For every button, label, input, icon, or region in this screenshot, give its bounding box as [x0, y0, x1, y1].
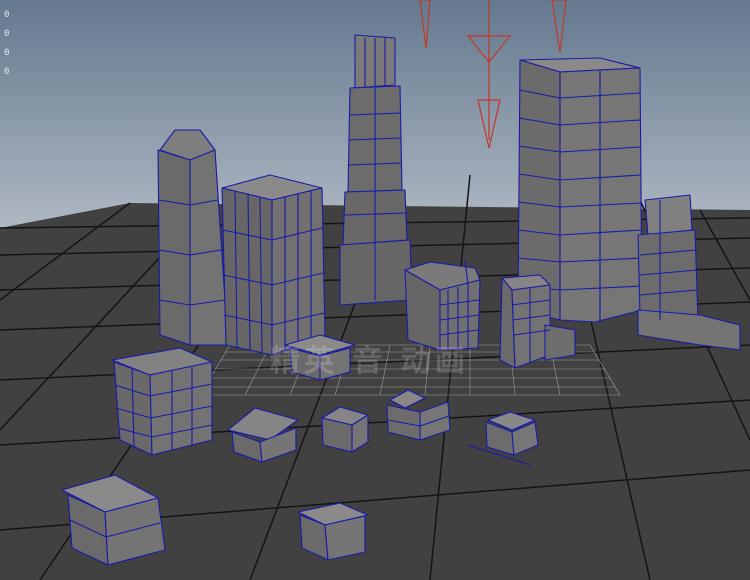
house-two-story[interactable] [321, 406, 369, 453]
maya-viewport[interactable]: 0 0 0 0 精英 音 动画 [0, 0, 750, 580]
pavilion[interactable] [284, 334, 356, 381]
hud-stat-4: 0 [4, 67, 10, 77]
hotel-building[interactable] [111, 347, 213, 456]
hud-stat-3: 0 [4, 48, 10, 58]
hud-stat-2: 0 [4, 29, 10, 39]
scene-view[interactable] [0, 0, 750, 580]
house-front-center[interactable] [297, 502, 369, 561]
hud-stats: 0 0 0 0 [4, 6, 9, 82]
hud-stat-1: 0 [4, 10, 10, 20]
glass-tower-center[interactable] [404, 259, 481, 351]
office-tower-glass[interactable] [221, 174, 326, 356]
